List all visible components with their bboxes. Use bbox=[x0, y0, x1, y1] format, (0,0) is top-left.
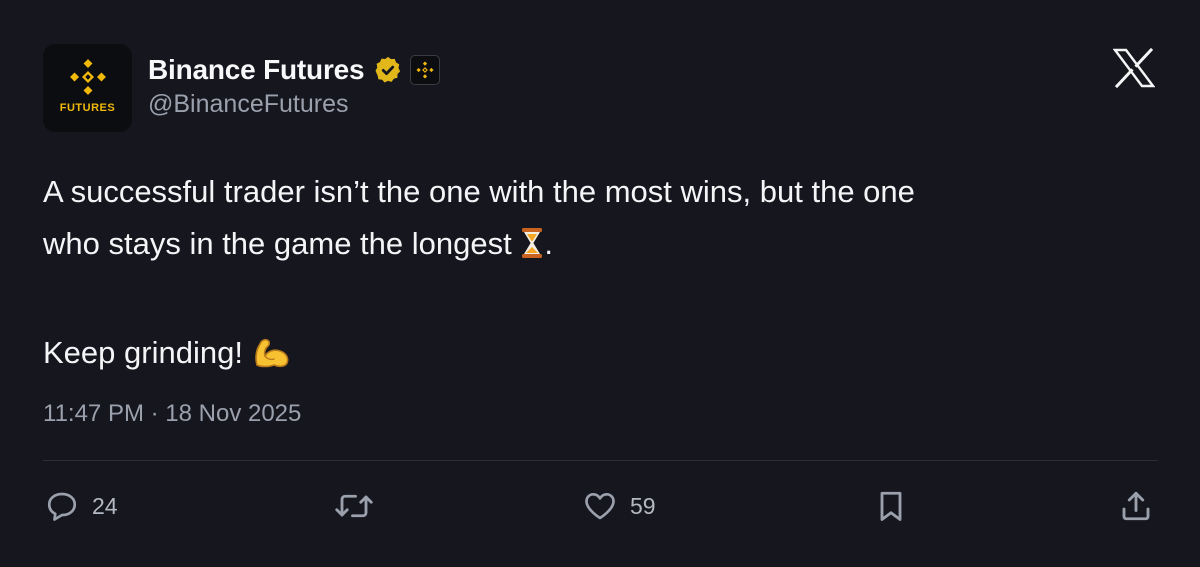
divider bbox=[43, 460, 1158, 461]
reply-count: 24 bbox=[92, 492, 118, 519]
avatar-label: FUTURES bbox=[59, 102, 116, 114]
tweet-line: who stays in the game the longest . bbox=[43, 218, 1163, 275]
x-logo-icon[interactable] bbox=[1113, 48, 1155, 88]
tweet-line-end: . bbox=[544, 226, 553, 261]
share-icon bbox=[1122, 491, 1150, 521]
flexed-biceps-emoji bbox=[252, 332, 292, 384]
like-button[interactable]: 59 bbox=[582, 486, 656, 526]
reply-icon bbox=[47, 492, 77, 521]
tweet-card: FUTURES Binance Futures @BinanceFutures bbox=[0, 0, 1200, 567]
name-row: Binance Futures bbox=[148, 52, 441, 88]
like-count: 59 bbox=[630, 492, 656, 519]
heart-icon bbox=[585, 492, 615, 520]
timestamp[interactable]: 11:47 PM · 18 Nov 2025 bbox=[43, 400, 301, 428]
reply-button[interactable]: 24 bbox=[44, 486, 118, 526]
hourglass-emoji bbox=[520, 223, 544, 275]
binance-logo-icon bbox=[69, 59, 106, 95]
retweet-button[interactable] bbox=[334, 486, 374, 526]
bookmark-icon bbox=[880, 491, 902, 521]
affiliate-badge[interactable] bbox=[410, 55, 441, 85]
display-name[interactable]: Binance Futures bbox=[148, 54, 365, 86]
verified-badge-icon[interactable] bbox=[373, 55, 403, 85]
tweet-text: A successful trader isn’t the one with t… bbox=[43, 166, 1163, 384]
tweet-line: Keep grinding! bbox=[43, 327, 1163, 384]
tweet-line-text: who stays in the game the longest bbox=[43, 226, 521, 261]
tweet-line: A successful trader isn’t the one with t… bbox=[43, 174, 915, 209]
share-button[interactable] bbox=[1118, 486, 1154, 526]
avatar[interactable]: FUTURES bbox=[43, 44, 132, 132]
binance-logo-icon bbox=[416, 61, 434, 79]
retweet-icon bbox=[335, 494, 373, 518]
bookmark-button[interactable] bbox=[873, 486, 909, 526]
handle[interactable]: @BinanceFutures bbox=[148, 90, 348, 119]
tweet-line-text: Keep grinding! bbox=[43, 335, 252, 370]
